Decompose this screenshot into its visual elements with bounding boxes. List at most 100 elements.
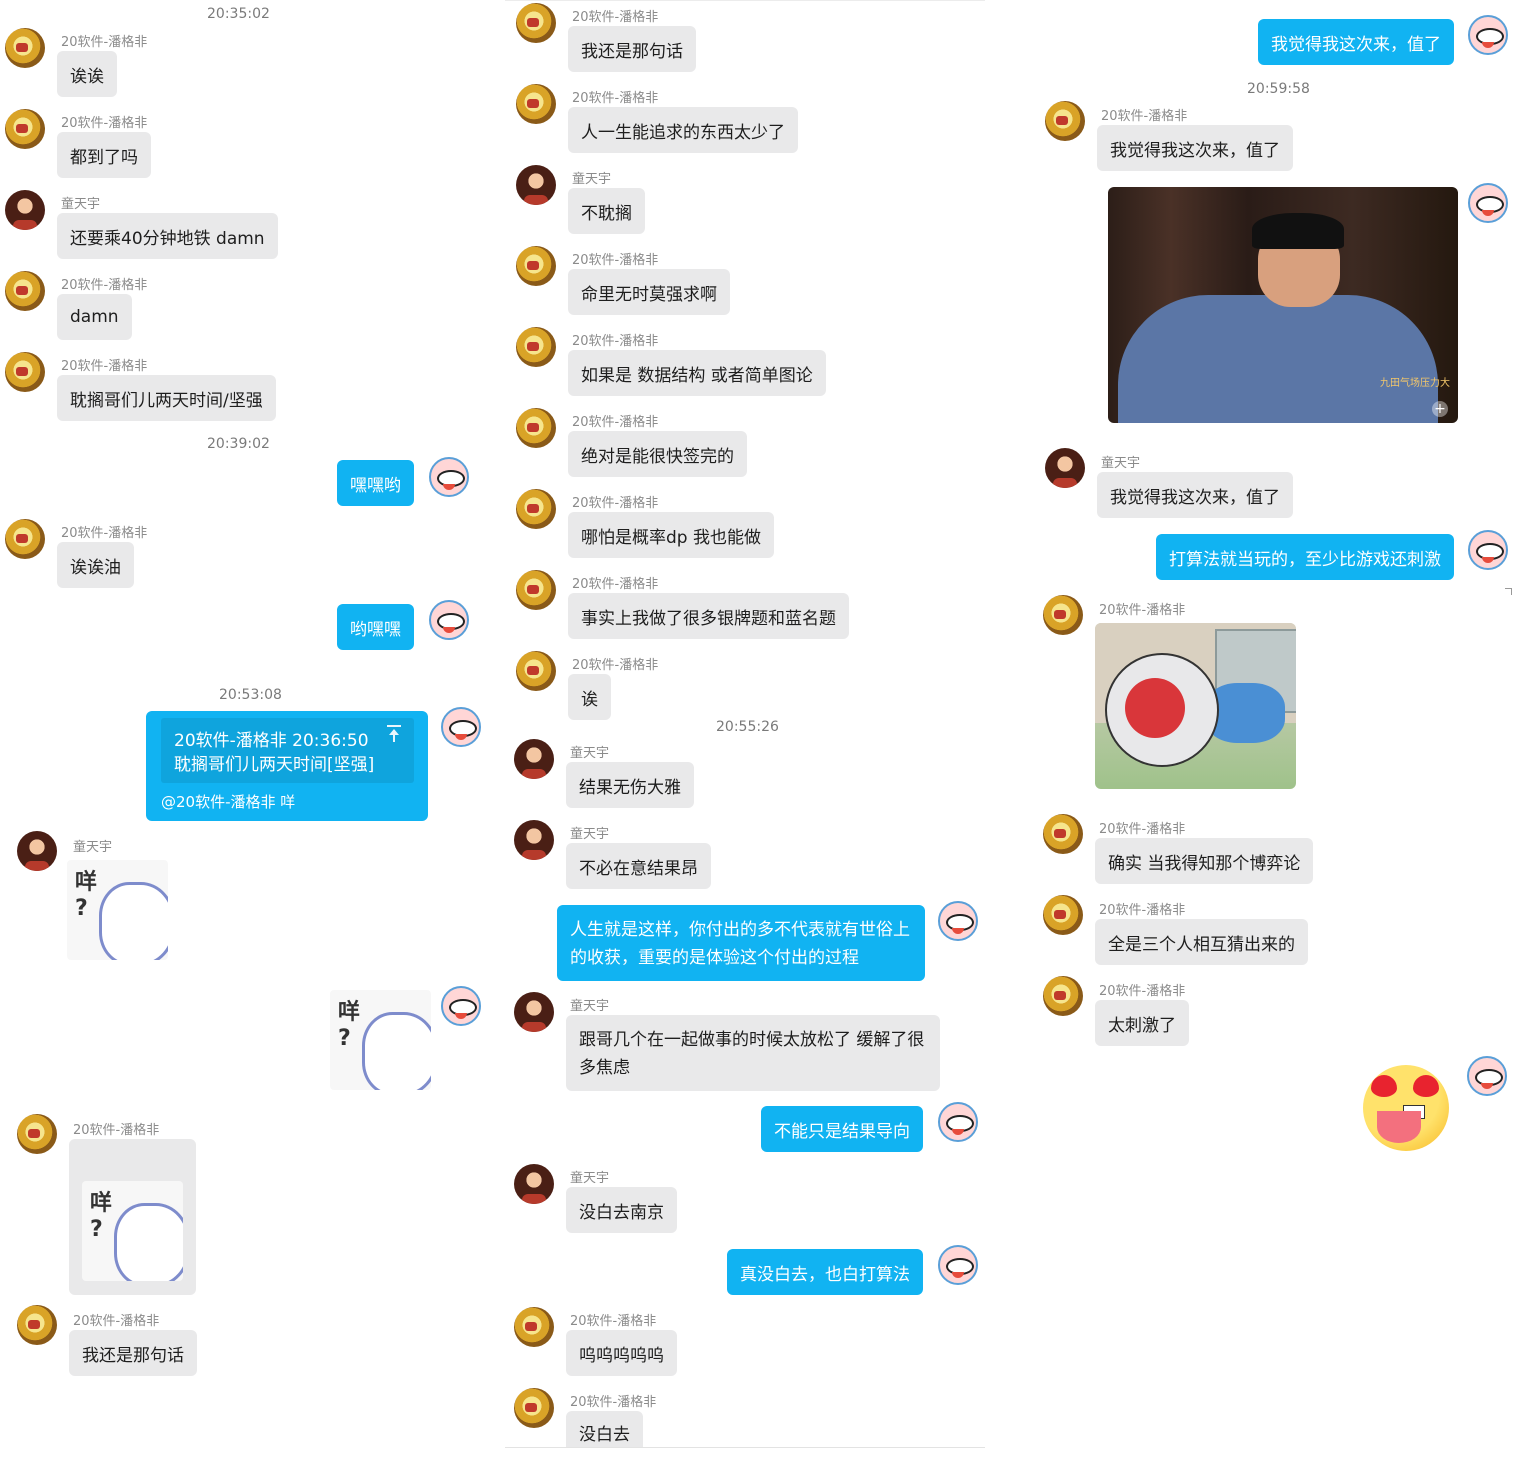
heart-eye-right bbox=[1413, 1075, 1439, 1097]
pin-top-icon[interactable] bbox=[386, 725, 402, 743]
avatar-self-penguin[interactable] bbox=[441, 986, 481, 1026]
avatar-self-penguin[interactable] bbox=[1468, 15, 1508, 55]
avatar-self-penguin[interactable] bbox=[429, 457, 469, 497]
avatar-tongtianyu[interactable] bbox=[514, 1164, 554, 1204]
message-bubble[interactable]: 我觉得我这次来，值了 bbox=[1097, 472, 1293, 518]
sheep-sticker[interactable]: 咩 ? bbox=[330, 990, 431, 1090]
message-bubble[interactable]: 结果无伤大雅 bbox=[566, 762, 694, 808]
avatar-tongtianyu[interactable] bbox=[5, 190, 45, 230]
avatar-panggefei[interactable] bbox=[5, 519, 45, 559]
avatar-panggefei[interactable] bbox=[17, 1114, 57, 1154]
message-bubble[interactable]: 还要乘40分钟地铁 damn bbox=[57, 213, 278, 259]
sender-name: 20软件-潘格非 bbox=[570, 1314, 657, 1329]
self-message-bubble[interactable]: 哟嘿嘿 bbox=[337, 604, 414, 650]
message-bubble[interactable]: 哪怕是概率dp 我也能做 bbox=[568, 512, 774, 558]
message-bubble[interactable]: 不必在意结果昂 bbox=[566, 843, 711, 889]
sheep-sticker[interactable]: 咩 ? bbox=[82, 1181, 183, 1281]
avatar-panggefei[interactable] bbox=[516, 246, 556, 286]
message-bubble[interactable]: 诶 bbox=[568, 674, 611, 720]
self-message-bubble[interactable]: 真没白去，也白打算法 bbox=[727, 1249, 923, 1295]
sender-name: 20软件-潘格非 bbox=[572, 334, 659, 349]
avatar-self-penguin[interactable] bbox=[938, 1102, 978, 1142]
doraemon-sticker[interactable] bbox=[1095, 623, 1296, 789]
avatar-self-penguin[interactable] bbox=[938, 1245, 978, 1285]
avatar-tongtianyu[interactable] bbox=[1045, 448, 1085, 488]
message-bubble[interactable]: 诶诶 bbox=[57, 51, 117, 97]
message-bubble[interactable]: 确实 当我得知那个博弈论 bbox=[1095, 838, 1314, 884]
avatar-panggefei[interactable] bbox=[516, 489, 556, 529]
chat-column-2: 20软件-潘格非 我还是那句话 20软件-潘格非 人一生能追求的东西太少了 童天… bbox=[505, 0, 985, 1448]
avatar-panggefei[interactable] bbox=[516, 408, 556, 448]
message-bubble[interactable]: 没白去南京 bbox=[566, 1187, 677, 1233]
sheep-figure bbox=[99, 882, 168, 960]
message-bubble[interactable]: 太刺激了 bbox=[1095, 1000, 1189, 1046]
message-bubble[interactable]: 呜呜呜呜呜 bbox=[566, 1330, 677, 1376]
avatar-panggefei[interactable] bbox=[516, 327, 556, 367]
message-bubble[interactable]: 我还是那句话 bbox=[69, 1330, 197, 1376]
self-message-bubble[interactable]: 打算法就当玩的，至少比游戏还刺激 bbox=[1156, 534, 1454, 580]
avatar-panggefei[interactable] bbox=[514, 1388, 554, 1428]
sender-name: 童天宇 bbox=[1101, 456, 1141, 471]
avatar-tongtianyu[interactable] bbox=[516, 165, 556, 205]
sender-name: 20软件-潘格非 bbox=[1101, 109, 1188, 124]
sender-name: 20软件-潘格非 bbox=[572, 496, 659, 511]
message-bubble[interactable]: 事实上我做了很多银牌题和蓝名题 bbox=[568, 593, 849, 639]
sender-name: 20软件-潘格非 bbox=[572, 91, 659, 106]
message-bubble[interactable]: 咩 ? bbox=[69, 1139, 196, 1295]
avatar-self-penguin[interactable] bbox=[441, 707, 481, 747]
avatar-self-penguin[interactable] bbox=[429, 600, 469, 640]
avatar-panggefei[interactable] bbox=[5, 271, 45, 311]
avatar-panggefei[interactable] bbox=[1043, 595, 1083, 635]
message-bubble[interactable]: 如果是 数据结构 或者简单图论 bbox=[568, 350, 826, 396]
message-bubble[interactable]: damn bbox=[57, 294, 132, 340]
avatar-self-penguin[interactable] bbox=[938, 901, 978, 941]
avatar-panggefei[interactable] bbox=[1043, 895, 1083, 935]
avatar-panggefei[interactable] bbox=[516, 3, 556, 43]
avatar-panggefei[interactable] bbox=[516, 84, 556, 124]
sender-name: 20软件-潘格非 bbox=[1099, 822, 1186, 837]
message-bubble[interactable]: 人一生能追求的东西太少了 bbox=[568, 107, 798, 153]
heart-eyes-emoji-sticker[interactable] bbox=[1363, 1065, 1449, 1151]
timestamp: 20:53:08 bbox=[219, 687, 282, 703]
self-message-bubble[interactable]: 人生就是这样，你付出的多不代表就有世俗上的收获，重要的是体验这个付出的过程 bbox=[557, 905, 925, 981]
sheep-sticker[interactable]: 咩 ? bbox=[67, 860, 168, 960]
self-message-bubble[interactable]: 嘿嘿哟 bbox=[337, 460, 414, 506]
avatar-tongtianyu[interactable] bbox=[17, 831, 57, 871]
message-bubble[interactable]: 没白去 bbox=[566, 1411, 643, 1447]
message-bubble[interactable]: 耽搁哥们儿两天时间/坚强 bbox=[57, 375, 276, 421]
avatar-self-penguin[interactable] bbox=[1467, 1056, 1507, 1096]
self-message-bubble[interactable]: 不能只是结果导向 bbox=[761, 1106, 923, 1152]
photo-figure-hair bbox=[1252, 213, 1344, 249]
image-expand-icon[interactable]: + bbox=[1432, 401, 1448, 417]
avatar-self-penguin[interactable] bbox=[1468, 183, 1508, 223]
message-bubble[interactable]: 全是三个人相互猜出来的 bbox=[1095, 919, 1308, 965]
message-bubble[interactable]: 我还是那句话 bbox=[568, 26, 696, 72]
avatar-tongtianyu[interactable] bbox=[514, 992, 554, 1032]
avatar-panggefei[interactable] bbox=[1045, 101, 1085, 141]
message-bubble[interactable]: 命里无时莫强求啊 bbox=[568, 269, 730, 315]
avatar-panggefei[interactable] bbox=[5, 109, 45, 149]
sender-name: 20软件-潘格非 bbox=[1099, 603, 1186, 618]
avatar-panggefei[interactable] bbox=[5, 352, 45, 392]
scroll-indicator-icon[interactable] bbox=[1505, 588, 1512, 595]
avatar-panggefei[interactable] bbox=[1043, 976, 1083, 1016]
message-bubble[interactable]: 绝对是能很快签完的 bbox=[568, 431, 747, 477]
avatar-panggefei[interactable] bbox=[516, 651, 556, 691]
avatar-panggefei[interactable] bbox=[516, 570, 556, 610]
avatar-tongtianyu[interactable] bbox=[514, 739, 554, 779]
message-bubble[interactable]: 我觉得我这次来，值了 bbox=[1097, 125, 1293, 171]
message-bubble[interactable]: 不耽搁 bbox=[568, 188, 645, 234]
avatar-tongtianyu[interactable] bbox=[514, 820, 554, 860]
photo-message[interactable]: 九田气场压力大 + bbox=[1108, 187, 1458, 423]
message-bubble[interactable]: 都到了吗 bbox=[57, 132, 151, 178]
self-message-bubble[interactable]: 我觉得我这次来，值了 bbox=[1258, 19, 1454, 65]
message-bubble[interactable]: 跟哥几个在一起做事的时候太放松了 缓解了很多焦虑 bbox=[566, 1015, 940, 1091]
quote-reply-bubble[interactable]: 20软件-潘格非 20:36:50 耽搁哥们儿两天时间[坚强] @20软件-潘格… bbox=[146, 711, 428, 821]
avatar-panggefei[interactable] bbox=[17, 1305, 57, 1345]
avatar-panggefei[interactable] bbox=[5, 28, 45, 68]
message-bubble[interactable]: 诶诶油 bbox=[57, 542, 134, 588]
sender-name: 童天宇 bbox=[73, 840, 113, 855]
avatar-panggefei[interactable] bbox=[1043, 814, 1083, 854]
avatar-self-penguin[interactable] bbox=[1468, 530, 1508, 570]
avatar-panggefei[interactable] bbox=[514, 1307, 554, 1347]
